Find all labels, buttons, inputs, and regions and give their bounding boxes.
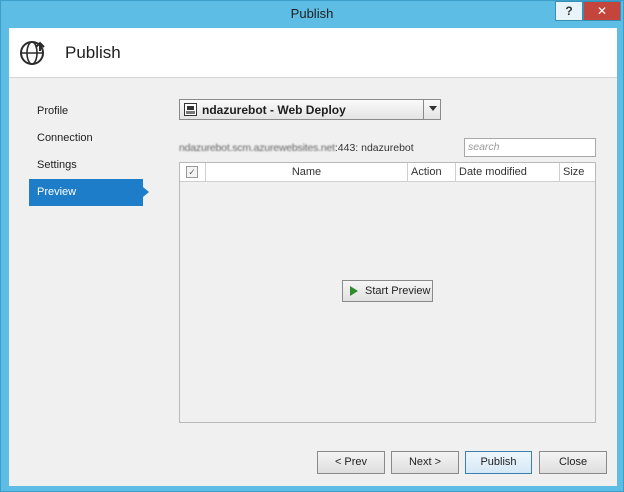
wizard-nav: Profile Connection Settings Preview (29, 98, 149, 206)
publish-button[interactable]: Publish (465, 451, 532, 474)
column-header-action[interactable]: Action (408, 163, 456, 181)
prev-button[interactable]: < Prev (317, 451, 385, 474)
close-button[interactable]: Close (539, 451, 607, 474)
help-button[interactable]: ? (555, 1, 583, 21)
nav-item-preview[interactable]: Preview (29, 179, 149, 206)
server-host-obscured: ndazurebot.scm.azurewebsites.net (179, 142, 335, 154)
title-bar[interactable]: Publish ? ✕ (1, 1, 623, 28)
profile-name: ndazurebot - Web Deploy (202, 103, 346, 117)
close-window-button[interactable]: ✕ (583, 1, 621, 21)
dropdown-separator (423, 100, 424, 119)
nav-item-connection[interactable]: Connection (29, 125, 149, 152)
web-deploy-icon (184, 103, 197, 116)
grid-header: ✓ Name Action Date modified Size (180, 163, 595, 182)
nav-item-settings[interactable]: Settings (29, 152, 149, 179)
dialog-content: Profile Connection Settings Preview ndaz… (9, 78, 617, 486)
server-address: ndazurebot.scm.azurewebsites.net:443: nd… (179, 142, 414, 154)
play-icon (350, 286, 358, 296)
next-button[interactable]: Next > (391, 451, 459, 474)
select-all-header[interactable]: ✓ (180, 163, 206, 181)
header-title: Publish (65, 43, 121, 62)
profile-dropdown[interactable]: ndazurebot - Web Deploy (179, 99, 441, 120)
window-title: Publish (290, 6, 334, 21)
globe-publish-icon (20, 41, 45, 65)
publish-dialog: Publish ? ✕ Publish Profile Connection S… (0, 0, 624, 492)
server-suffix: :443: ndazurebot (334, 142, 414, 154)
dialog-header: Publish (9, 28, 617, 78)
start-preview-button[interactable]: Start Preview (342, 280, 433, 302)
column-header-size[interactable]: Size (560, 163, 595, 181)
preview-grid: ✓ Name Action Date modified Size Start P… (179, 162, 596, 423)
nav-item-profile[interactable]: Profile (29, 98, 149, 125)
column-header-name[interactable]: Name (206, 163, 408, 181)
search-input[interactable]: search (464, 138, 596, 157)
start-preview-label: Start Preview (365, 285, 431, 297)
select-all-checkbox[interactable]: ✓ (186, 166, 198, 178)
chevron-down-icon[interactable] (429, 106, 437, 111)
column-header-date-modified[interactable]: Date modified (456, 163, 560, 181)
